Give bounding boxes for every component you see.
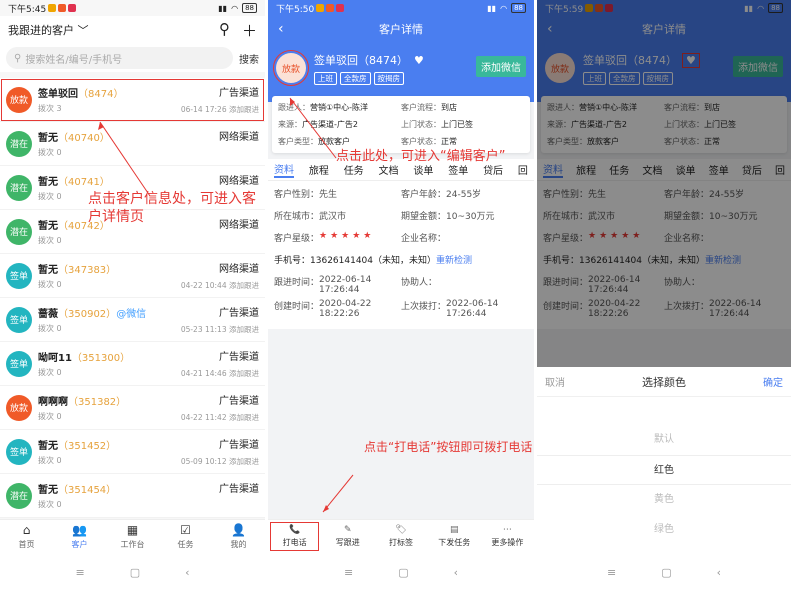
action-icon: ▤ — [449, 525, 459, 535]
cancel-button[interactable]: 取消 — [545, 374, 565, 389]
picker-title: 选择颜色 — [642, 375, 686, 389]
color-option[interactable]: 绿色 — [537, 515, 791, 545]
system-nav-bar: ≡ ▢ ‹ — [537, 553, 791, 591]
tab-icon: 👤 — [231, 523, 246, 537]
color-picker-screen: 下午5:59 ▮▮ ◠ 88 ‹ 客户详情 放款 签单驳回（8474） ♥ 上班 全款房按… — [537, 0, 791, 591]
back-icon[interactable]: ‹ — [717, 566, 721, 579]
action-label: 打电话 — [282, 538, 307, 547]
home-icon[interactable]: ▢ — [398, 566, 408, 579]
action-1[interactable]: ✎ 写跟进 — [321, 520, 374, 553]
back-icon[interactable]: ‹ — [185, 566, 189, 579]
home-icon[interactable]: ▢ — [661, 566, 671, 579]
color-option[interactable]: 默认 — [537, 425, 791, 455]
tab-label: 工作台 — [120, 540, 145, 549]
confirm-button[interactable]: 确定 — [763, 374, 783, 389]
action-icon: 📞 — [288, 525, 301, 535]
action-2[interactable]: 🏷 打标签 — [374, 520, 427, 553]
action-icon: 🏷 — [395, 525, 407, 535]
menu-icon[interactable]: ≡ — [607, 566, 616, 579]
tab-4[interactable]: 👤 我的 — [212, 520, 265, 553]
system-nav-bar: ≡ ▢ ‹ — [0, 553, 265, 591]
home-icon[interactable]: ▢ — [130, 566, 140, 579]
menu-icon[interactable]: ≡ — [344, 566, 353, 579]
action-3[interactable]: ▤ 下发任务 — [428, 520, 481, 553]
tab-3[interactable]: ☑ 任务 — [159, 520, 212, 553]
customer-list-screen: 下午5:45 ▮▮ ◠ 88 我跟进的客户 ﹀ ⚲ ＋ ⚲ 搜索姓名/编号/手机号 搜索… — [0, 0, 265, 591]
color-option[interactable]: 红色 — [537, 455, 791, 485]
modal-overlay[interactable] — [537, 0, 791, 367]
action-icon: ✎ — [344, 525, 352, 535]
action-label: 打标签 — [389, 538, 413, 547]
action-4[interactable]: ⋯ 更多操作 — [481, 520, 534, 553]
color-picker-sheet: 取消 选择颜色 确定 默认 红色 黄色 绿色 — [537, 367, 791, 553]
action-icon: ⋯ — [502, 525, 512, 535]
annotation-arrow — [289, 97, 354, 513]
tab-icon: 👥 — [72, 523, 87, 537]
system-nav-bar: ≡ ▢ ‹ — [268, 553, 534, 591]
tab-0[interactable]: ⌂ 首页 — [0, 520, 53, 553]
tab-label: 客户 — [71, 540, 88, 549]
bottom-tab-bar: ⌂ 首页 👥 客户 ▦ 工作台 ☑ 任务 👤 我的 — [0, 519, 265, 553]
tab-1[interactable]: 👥 客户 — [53, 520, 106, 553]
action-bar: 📞 打电话 ✎ 写跟进 🏷 打标签 ▤ 下发任务 ⋯ 更多操作 — [268, 519, 534, 553]
tab-icon: ☑ — [180, 523, 191, 537]
tab-2[interactable]: ▦ 工作台 — [106, 520, 159, 553]
tab-label: 我的 — [230, 540, 247, 549]
tab-icon: ⌂ — [22, 523, 31, 537]
customer-detail-screen: 下午5:50 ▮▮ ◠ 88 ‹ 客户详情 放款 签单驳回（8474） ♥ 上班 全款房按… — [268, 0, 534, 591]
tab-label: 首页 — [18, 540, 35, 549]
action-label: 写跟进 — [335, 538, 360, 547]
tab-icon: ▦ — [126, 523, 139, 537]
tab-label: 任务 — [177, 540, 194, 549]
action-label: 下发任务 — [438, 538, 471, 547]
menu-icon[interactable]: ≡ — [75, 566, 84, 579]
color-option[interactable]: 黄色 — [537, 485, 791, 515]
annotation-arrow — [98, 121, 151, 197]
action-label: 更多操作 — [491, 538, 524, 547]
action-0[interactable]: 📞 打电话 — [268, 520, 321, 553]
annotation-call: 点击“打电话”按钮即可拨打电话 — [364, 440, 533, 454]
color-options: 默认 红色 黄色 绿色 — [537, 425, 791, 545]
back-icon[interactable]: ‹ — [454, 566, 458, 579]
